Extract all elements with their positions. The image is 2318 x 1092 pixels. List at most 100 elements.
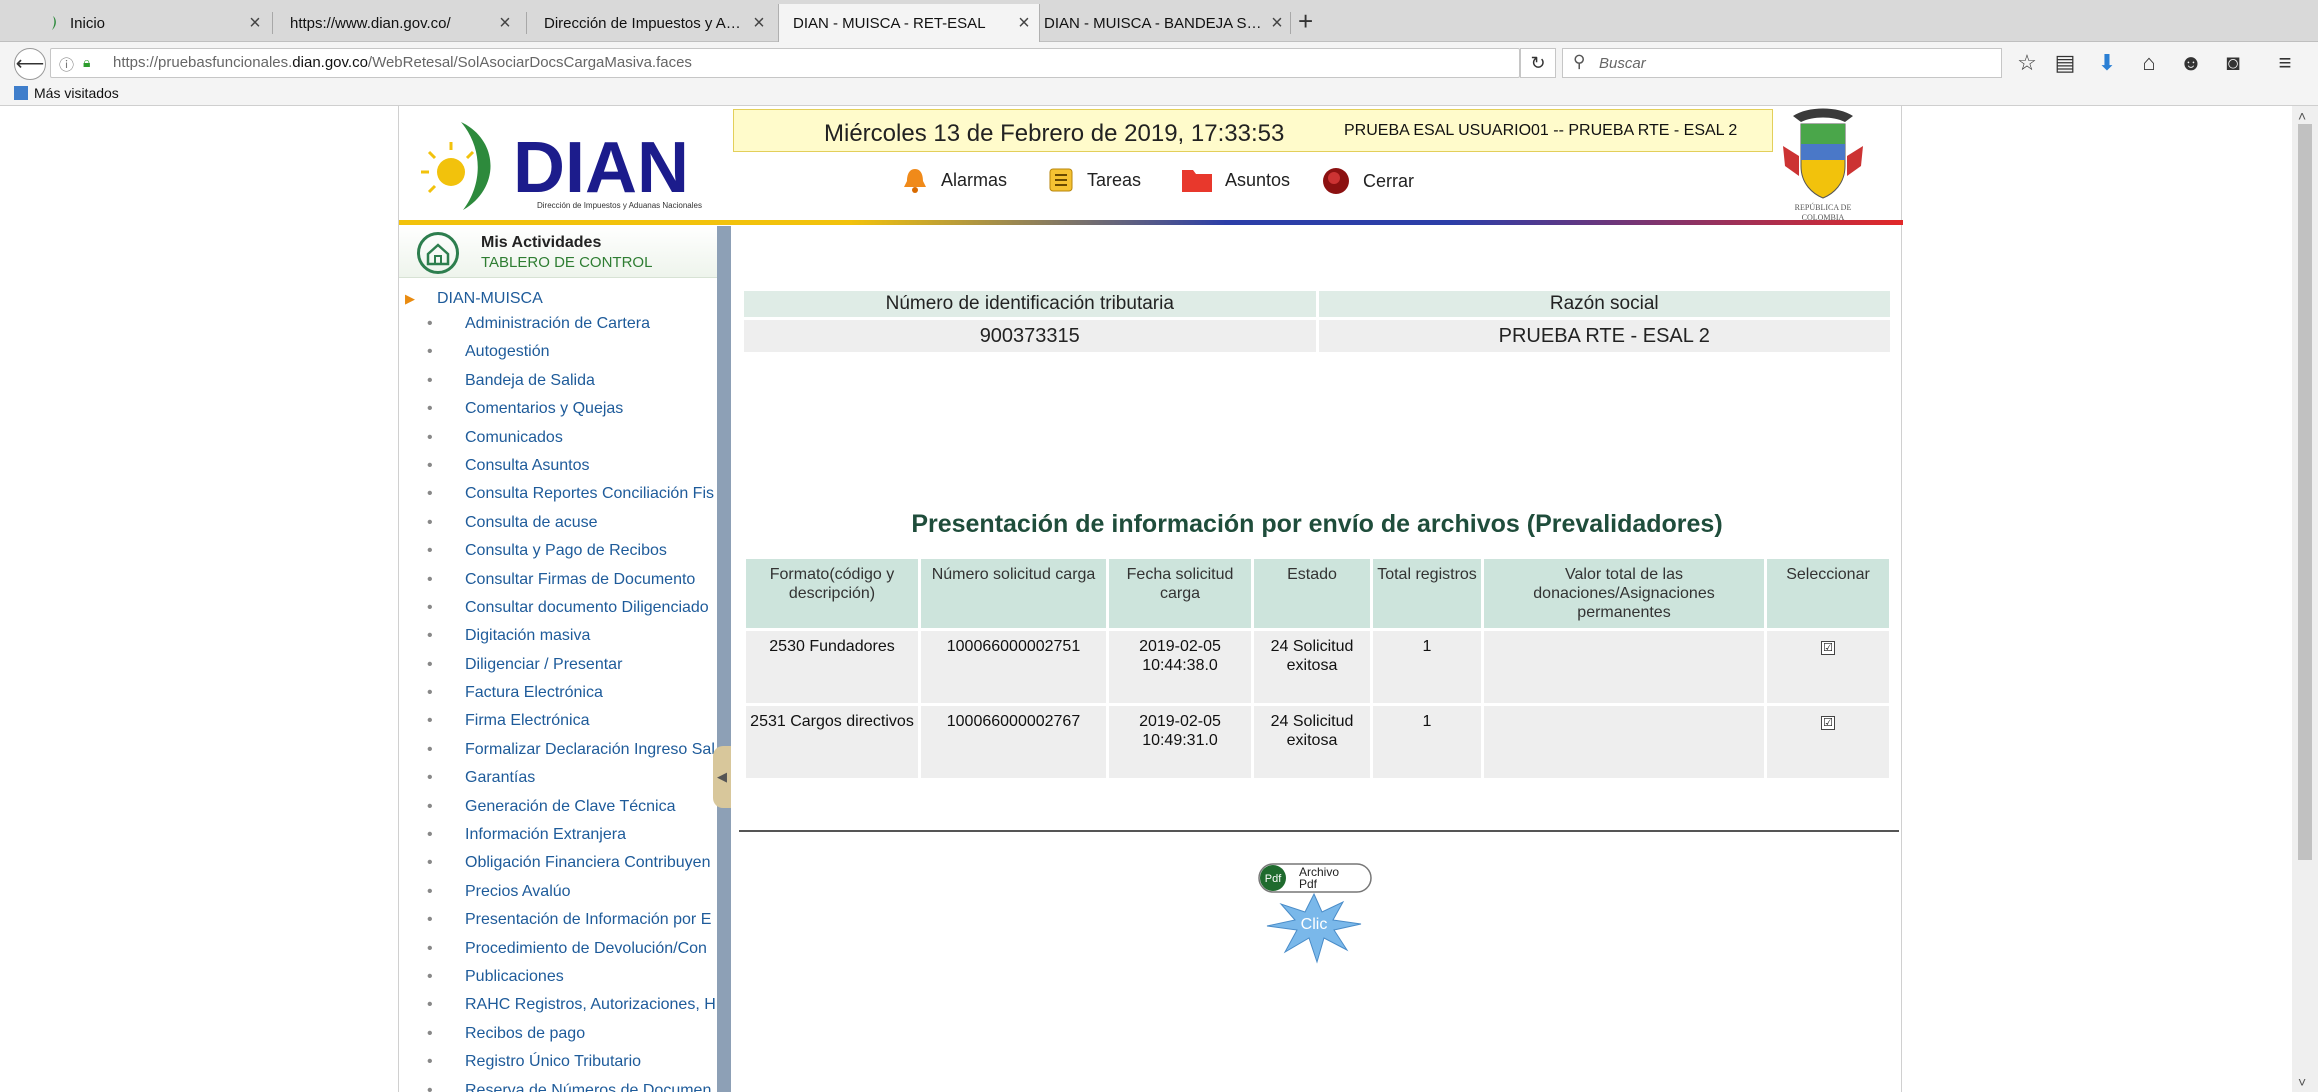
- col-estado: Estado: [1254, 559, 1370, 628]
- sidebar-item[interactable]: Firma Electrónica: [399, 707, 717, 735]
- sidebar-item[interactable]: Reserva de Números de Documen: [399, 1077, 717, 1092]
- razon-value: PRUEBA RTE - ESAL 2: [1318, 320, 1890, 352]
- back-button[interactable]: ⟵: [14, 48, 46, 80]
- bell-icon: [904, 169, 926, 193]
- identification-table: Número de identificación tributaria Razó…: [741, 288, 1893, 355]
- scroll-thumb[interactable]: [2298, 124, 2312, 860]
- sidebar-item[interactable]: Comunicados: [399, 424, 717, 452]
- sidebar-item[interactable]: Procedimiento de Devolución/Con: [399, 935, 717, 963]
- new-tab-button[interactable]: +: [1298, 6, 1313, 37]
- tareas-link[interactable]: Tareas: [1047, 166, 1141, 194]
- color-stripe: [399, 220, 1903, 225]
- sidebar-item[interactable]: Generación de Clave Técnica: [399, 793, 717, 821]
- folder-icon: [14, 86, 28, 100]
- sidebar-item[interactable]: Consultar documento Diligenciado: [399, 594, 717, 622]
- select-checkbox[interactable]: ☑: [1821, 716, 1835, 730]
- page-viewport: DIAN Dirección de Impuestos y Aduanas Na…: [0, 106, 2290, 1092]
- chat-icon[interactable]: ☻: [2178, 50, 2204, 76]
- sidebar: Mis Actividades TABLERO DE CONTROL ▶ DIAN…: [399, 226, 717, 1092]
- sidebar-item[interactable]: Digitación masiva: [399, 622, 717, 650]
- sidebar-item[interactable]: Factura Electrónica: [399, 679, 717, 707]
- sidebar-item[interactable]: Publicaciones: [399, 963, 717, 991]
- cerrar-link[interactable]: Cerrar: [1321, 166, 1414, 196]
- razon-header: Razón social: [1318, 291, 1890, 317]
- sidebar-item[interactable]: Consulta Reportes Conciliación Fis: [399, 480, 717, 508]
- sidebar-item[interactable]: Consultar Firmas de Documento: [399, 566, 717, 594]
- uploads-table: Formato(código y descripción) Número sol…: [743, 556, 1892, 781]
- sidebar-item[interactable]: Formalizar Declaración Ingreso Sal: [399, 736, 717, 764]
- divider: [739, 830, 1899, 832]
- cell-formato: 2530 Fundadores: [746, 631, 918, 703]
- tab-ret-esal[interactable]: DIAN - MUISCA - RET-ESAL ×: [778, 4, 1040, 42]
- sidebar-item[interactable]: Información Extranjera: [399, 821, 717, 849]
- search-input[interactable]: ⚲ Buscar: [1562, 48, 2002, 78]
- datetime: Miércoles 13 de Febrero de 2019, 17:33:5…: [824, 120, 1285, 147]
- vertical-scrollbar[interactable]: ˄ ˅: [2292, 106, 2318, 1092]
- sidebar-item[interactable]: Presentación de Información por E: [399, 906, 717, 934]
- sidebar-item[interactable]: Diligenciar / Presentar: [399, 651, 717, 679]
- cell-seleccionar: ☑: [1767, 631, 1889, 703]
- sidebar-item[interactable]: Administración de Cartera: [399, 310, 717, 338]
- tab-bandeja-salida[interactable]: DIAN - MUISCA - BANDEJA SA... ×: [1030, 4, 1292, 42]
- col-valor: Valor total de las donaciones/Asignacion…: [1484, 559, 1764, 628]
- cell-numero: 100066000002751: [921, 631, 1106, 703]
- url-bar[interactable]: ⓘ 🔒︎ https://pruebasfuncionales.dian.gov…: [50, 48, 1520, 78]
- reload-icon[interactable]: ↻: [1520, 48, 1556, 78]
- folder-icon: [1182, 170, 1212, 192]
- url-text[interactable]: https://pruebasfuncionales.dian.gov.co/W…: [113, 54, 692, 71]
- svg-text:REPÚBLICA DE: REPÚBLICA DE: [1795, 202, 1852, 212]
- collapse-sidebar-icon[interactable]: ◀: [713, 746, 731, 808]
- sidebar-item[interactable]: Registro Único Tributario: [399, 1048, 717, 1076]
- main-content: Número de identificación tributaria Razó…: [731, 226, 1903, 1092]
- sidebar-item[interactable]: Recibos de pago: [399, 1020, 717, 1048]
- download-icon[interactable]: ⬇: [2094, 50, 2120, 76]
- sidebar-item[interactable]: Bandeja de Salida: [399, 367, 717, 395]
- bookmark-mas-visitados[interactable]: Más visitados: [14, 85, 119, 101]
- sidebar-item[interactable]: Precios Avalúo: [399, 878, 717, 906]
- tab-dian-gov[interactable]: https://www.dian.gov.co/ ×: [276, 4, 520, 42]
- bookmark-star-icon[interactable]: ☆: [2014, 50, 2040, 76]
- chevron-up-icon[interactable]: ˄: [2298, 108, 2306, 124]
- col-seleccionar: Seleccionar: [1767, 559, 1889, 628]
- pdf-file-button[interactable]: Pdf Archivo Pdf Clic: [1239, 858, 1389, 968]
- sidebar-item[interactable]: Obligación Financiera Contribuyen: [399, 849, 717, 877]
- sidebar-subtitle[interactable]: TABLERO DE CONTROL: [481, 254, 652, 271]
- tab-title: Inicio: [70, 14, 106, 32]
- sidebar-item[interactable]: Comentarios y Quejas: [399, 395, 717, 423]
- close-icon[interactable]: ×: [240, 12, 270, 35]
- dian-page: DIAN Dirección de Impuestos y Aduanas Na…: [398, 106, 1903, 1092]
- sidebar-root-item[interactable]: ▶ DIAN-MUISCA: [405, 290, 543, 308]
- info-icon[interactable]: ⓘ: [59, 54, 74, 75]
- sidebar-item[interactable]: Consulta y Pago de Recibos: [399, 537, 717, 565]
- sidebar-splitter[interactable]: [717, 226, 731, 1092]
- menu-icon[interactable]: ≡: [2272, 50, 2298, 76]
- home-icon[interactable]: ⌂: [2136, 50, 2162, 76]
- tab-direccion-impuestos[interactable]: Dirección de Impuestos y Adu... ×: [530, 4, 774, 42]
- sidebar-item[interactable]: Autogestión: [399, 338, 717, 366]
- power-icon: [1323, 168, 1349, 194]
- browser-navbar: ⟵ ⓘ 🔒︎ https://pruebasfuncionales.dian.g…: [0, 42, 2318, 84]
- close-icon[interactable]: ×: [1262, 12, 1292, 35]
- search-placeholder: Buscar: [1599, 55, 1646, 72]
- reading-list-icon[interactable]: ▤: [2052, 50, 2078, 76]
- search-icon: ⚲: [1573, 52, 1586, 71]
- close-icon[interactable]: ×: [490, 12, 520, 35]
- sidebar-item[interactable]: RAHC Registros, Autorizaciones, H: [399, 991, 717, 1019]
- home-icon[interactable]: [417, 232, 459, 274]
- svg-text:Dirección de Impuestos y Aduan: Dirección de Impuestos y Aduanas Naciona…: [537, 201, 702, 210]
- alarmas-link[interactable]: Alarmas: [901, 166, 1007, 194]
- sidebar-item[interactable]: Consulta Asuntos: [399, 452, 717, 480]
- pocket-icon[interactable]: ◙: [2220, 50, 2246, 76]
- select-checkbox[interactable]: ☑: [1821, 641, 1835, 655]
- sidebar-header[interactable]: Mis Actividades TABLERO DE CONTROL: [399, 226, 717, 278]
- close-icon[interactable]: ×: [744, 12, 774, 35]
- sidebar-item[interactable]: Consulta de acuse: [399, 509, 717, 537]
- lock-icon[interactable]: 🔒︎: [83, 54, 90, 71]
- table-row: 2531 Cargos directivos 100066000002767 2…: [746, 706, 1889, 778]
- sidebar-menu: Administración de Cartera Autogestión Ba…: [399, 310, 717, 1092]
- tab-inicio[interactable]: Inicio ×: [30, 4, 270, 42]
- sidebar-item[interactable]: Garantías: [399, 764, 717, 792]
- asuntos-link[interactable]: Asuntos: [1181, 166, 1290, 194]
- svg-text:Pdf: Pdf: [1265, 873, 1282, 885]
- chevron-down-icon[interactable]: ˅: [2298, 1074, 2306, 1090]
